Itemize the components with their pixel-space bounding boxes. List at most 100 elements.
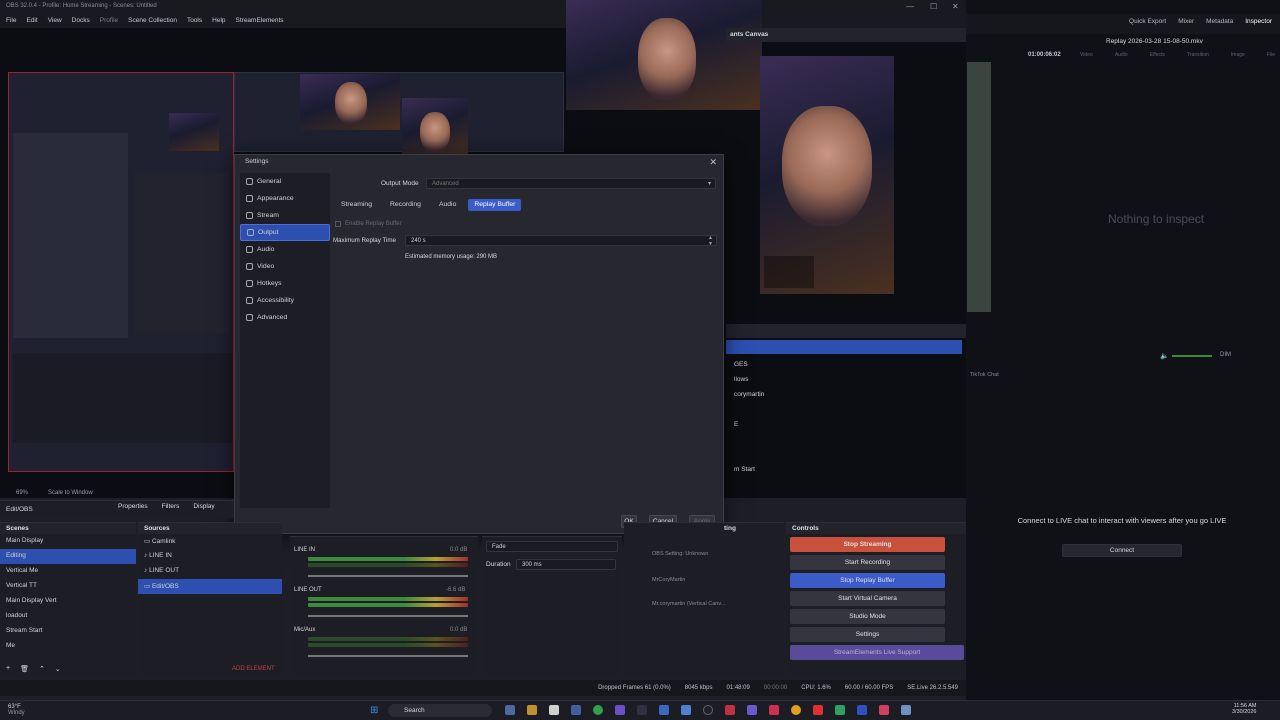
canvas-source-item[interactable]: GES [728, 358, 788, 373]
taskbar-search[interactable]: Search [388, 704, 492, 717]
settings-button[interactable]: Settings [790, 627, 945, 642]
sidebar-item-hotkeys[interactable]: Hotkeys [240, 275, 330, 292]
metadata-button[interactable]: Metadata [1206, 18, 1233, 30]
start-recording-button[interactable]: Start Recording [790, 555, 945, 570]
app-icon[interactable] [681, 705, 691, 715]
menu-edit[interactable]: Edit [26, 17, 37, 25]
menu-tools[interactable]: Tools [187, 17, 202, 25]
close-icon[interactable]: ✕ [952, 2, 959, 11]
scene-item[interactable]: Editing [0, 549, 136, 564]
sidebar-item-accessibility[interactable]: Accessibility [240, 292, 330, 309]
scene-item[interactable]: Vertical Me [0, 564, 136, 579]
windows-start-icon[interactable]: ⊞ [370, 705, 378, 716]
tab-streaming[interactable]: Streaming [335, 199, 378, 211]
app-icon[interactable] [549, 705, 559, 715]
tab-recording[interactable]: Recording [384, 199, 427, 211]
zoom-label[interactable]: 69% [16, 490, 28, 496]
obs-icon[interactable] [703, 705, 713, 715]
inspector-tab[interactable]: Video [1080, 52, 1093, 58]
menu-help[interactable]: Help [212, 17, 225, 25]
stop-streaming-button[interactable]: Stop Streaming [790, 537, 945, 552]
scale-label[interactable]: Scale to Window [48, 490, 93, 496]
volume-slider[interactable] [308, 615, 468, 617]
canvas-source-item[interactable]: m Start [728, 463, 788, 478]
app-icon[interactable] [571, 705, 581, 715]
menu-view[interactable]: View [48, 17, 62, 25]
up-arrow-icon[interactable]: ⌃ [39, 665, 45, 673]
app-icon[interactable] [659, 705, 669, 715]
inspector-tab[interactable]: Image [1231, 52, 1245, 58]
folder-icon[interactable] [527, 705, 537, 715]
spinner-icon[interactable]: ▲ ▼ [708, 235, 713, 247]
inspector-tab[interactable]: Audio [1115, 52, 1128, 58]
source-item[interactable]: ▭ Camlink [138, 534, 282, 549]
discord-icon[interactable] [747, 705, 757, 715]
quick-export-button[interactable]: Quick Export [1129, 18, 1166, 30]
sidebar-item-appearance[interactable]: Appearance [240, 190, 330, 207]
volume-slider[interactable] [1172, 355, 1212, 357]
transition-select[interactable]: Fade [486, 541, 618, 552]
menu-profile[interactable]: Profile [100, 17, 118, 25]
properties-button[interactable]: Properties [110, 503, 148, 510]
down-arrow-icon[interactable]: ⌄ [55, 665, 61, 673]
start-virtual-camera-button[interactable]: Start Virtual Camera [790, 591, 945, 606]
menu-docks[interactable]: Docks [72, 17, 90, 25]
source-item[interactable]: ♪ LINE OUT [138, 564, 282, 579]
close-icon[interactable]: ✕ [709, 157, 717, 168]
app-icon[interactable] [857, 705, 867, 715]
sidebar-item-stream[interactable]: Stream [240, 207, 330, 224]
app-icon[interactable] [615, 705, 625, 715]
duration-input[interactable]: 300 ms [516, 559, 616, 570]
app-icon[interactable] [505, 705, 515, 715]
volume-icon[interactable]: 🔈 [1160, 352, 1169, 360]
app-icon[interactable] [769, 705, 779, 715]
menu-streamelements[interactable]: StreamElements [236, 17, 284, 25]
canvas-source-item[interactable]: corymartin [728, 388, 788, 403]
scene-item[interactable]: Vertical TT [0, 579, 136, 594]
scene-item[interactable]: Stream Start [0, 624, 136, 639]
volume-slider[interactable] [308, 655, 468, 657]
max-replay-input[interactable]: 240 s ▲ ▼ [405, 235, 717, 247]
spotify-icon[interactable] [593, 705, 603, 715]
canvas-source-selected[interactable] [726, 340, 962, 354]
sidebar-item-output[interactable]: Output [240, 224, 330, 241]
steam-icon[interactable] [637, 705, 647, 715]
output-mode-select[interactable]: Advanced ▾ [426, 178, 716, 189]
inspector-tab[interactable]: Transition [1187, 52, 1209, 58]
app-icon[interactable] [725, 705, 735, 715]
trash-icon[interactable]: 🗑 [20, 665, 29, 673]
canvas-source-item[interactable]: E [728, 418, 788, 433]
studio-mode-button[interactable]: Studio Mode [790, 609, 945, 624]
scene-item[interactable]: Me [0, 639, 136, 654]
dim-button[interactable]: DIM [1220, 352, 1231, 358]
add-icon[interactable]: + [6, 665, 10, 673]
sidebar-item-audio[interactable]: Audio [240, 241, 330, 258]
app-icon[interactable] [835, 705, 845, 715]
mixer-button[interactable]: Mixer [1178, 18, 1194, 30]
app-icon[interactable] [901, 705, 911, 715]
inspector-tab[interactable]: File [1267, 52, 1275, 58]
sidebar-item-advanced[interactable]: Advanced [240, 309, 330, 326]
minimize-icon[interactable]: — [906, 2, 914, 11]
chrome-icon[interactable] [791, 705, 801, 715]
scene-item[interactable]: Main Display [0, 534, 136, 549]
weather-widget[interactable]: 63°F Windy [8, 704, 25, 716]
stop-replay-button[interactable]: Stop Replay Buffer [790, 573, 945, 588]
connect-button[interactable]: Connect [1062, 544, 1182, 557]
volume-slider[interactable] [308, 575, 468, 577]
filters-button[interactable]: Filters [162, 503, 180, 510]
source-item[interactable]: ♪ LINE IN [138, 549, 282, 564]
enable-replay-checkbox[interactable] [335, 221, 341, 227]
clock[interactable]: 11:56 AM 3/30/2026 [1232, 703, 1256, 715]
menu-scene-collection[interactable]: Scene Collection [128, 17, 177, 25]
maximize-icon[interactable]: ☐ [930, 2, 937, 11]
sidebar-item-video[interactable]: Video [240, 258, 330, 275]
scene-item[interactable]: loadout [0, 609, 136, 624]
scene-item[interactable]: Main Display Vert [0, 594, 136, 609]
tab-audio[interactable]: Audio [433, 199, 462, 211]
sidebar-item-general[interactable]: General [240, 173, 330, 190]
app-icon[interactable] [879, 705, 889, 715]
menu-file[interactable]: File [6, 17, 16, 25]
tab-replay-buffer[interactable]: Replay Buffer [468, 199, 522, 211]
live-support-button[interactable]: StreamElements Live Support [790, 645, 964, 660]
